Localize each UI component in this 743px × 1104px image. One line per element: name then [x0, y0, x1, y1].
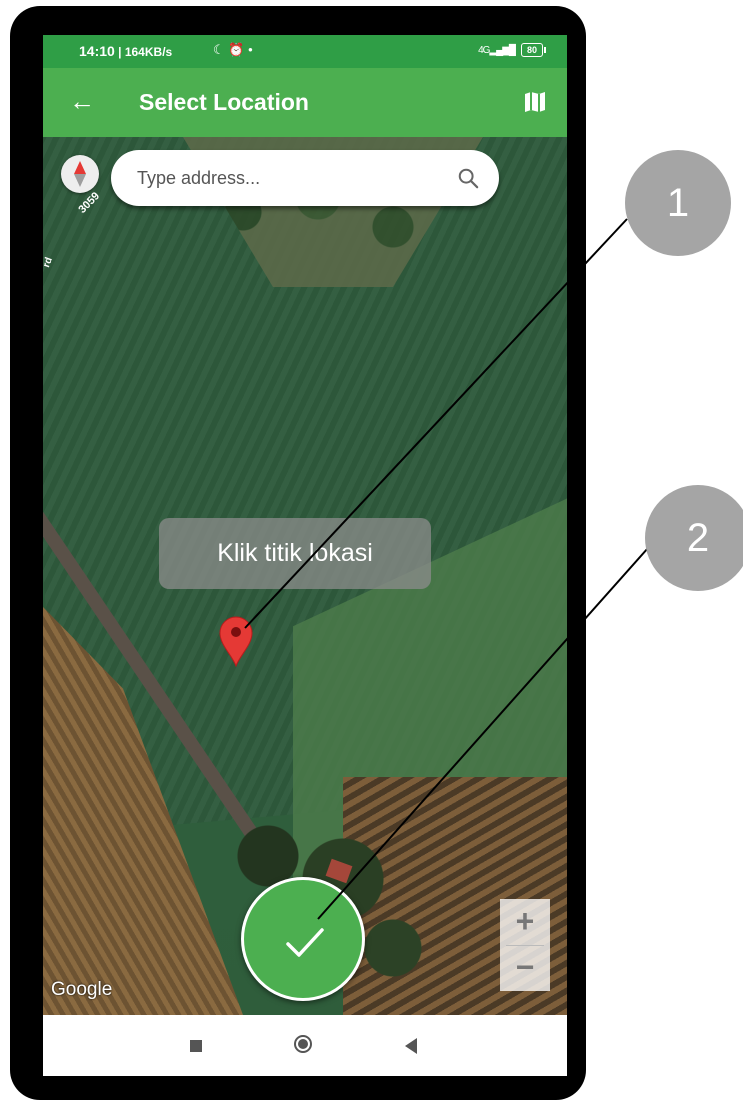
status-time: 14:10 — [79, 43, 115, 59]
status-time-group: 14:10 | 164KB/s — [79, 43, 172, 59]
status-right-group: 4G▂▄▆█ 80 — [478, 43, 547, 57]
callout-badge-1: 1 — [625, 150, 731, 256]
location-marker-icon[interactable] — [218, 615, 254, 667]
signal-label: 4G — [478, 44, 490, 56]
recents-icon[interactable] — [190, 1040, 202, 1052]
compass-icon[interactable] — [61, 155, 99, 193]
search-icon[interactable] — [457, 167, 479, 189]
signal-icon: 4G▂▄▆█ — [478, 44, 516, 56]
zoom-in-button[interactable]: + — [500, 899, 550, 945]
callout-badge-2: 2 — [645, 485, 743, 591]
instruction-tooltip: Klik titik lokasi — [159, 518, 431, 589]
search-input[interactable] — [137, 164, 437, 192]
back-arrow-icon[interactable]: ← — [69, 86, 95, 116]
status-network-speed: | 164KB/s — [114, 45, 173, 59]
system-nav-bar — [43, 1015, 567, 1076]
google-logo: Google — [51, 979, 113, 1000]
map-icon[interactable] — [523, 90, 547, 114]
page-title: Select Location — [139, 89, 309, 115]
zoom-out-button[interactable]: − — [500, 945, 550, 991]
battery-icon: 80 — [520, 43, 547, 57]
compass-south — [74, 174, 86, 187]
check-icon — [286, 928, 324, 957]
zoom-divider — [506, 945, 544, 946]
status-bar: 14:10 | 164KB/s ☾ ⏰ • 4G▂▄▆█ 80 — [43, 35, 567, 68]
confirm-location-button[interactable] — [241, 877, 365, 1001]
zoom-controls: + − — [500, 899, 550, 991]
battery-level: 80 — [526, 45, 537, 55]
search-bar — [111, 150, 499, 206]
status-notification-icons: ☾ ⏰ • — [213, 42, 253, 57]
home-icon[interactable] — [294, 1035, 312, 1053]
compass-north — [74, 161, 86, 174]
back-triangle-icon[interactable] — [405, 1038, 417, 1054]
app-bar: ← Select Location — [43, 68, 567, 137]
